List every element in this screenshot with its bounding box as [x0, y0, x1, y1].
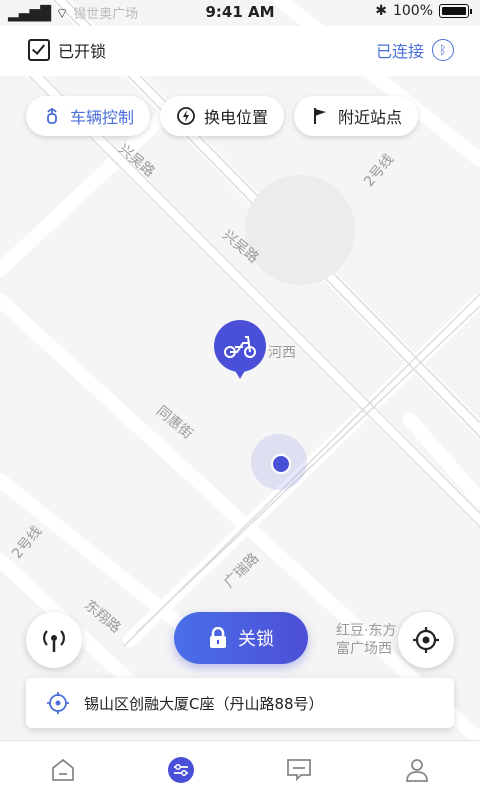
- location-target-icon: [47, 692, 69, 714]
- lock-status: 已开锁: [28, 38, 106, 62]
- bluetooth-icon: ᛒ: [432, 39, 454, 61]
- lock-button[interactable]: 关锁: [174, 612, 308, 664]
- tab-bar: [0, 740, 480, 801]
- chip-label: 换电位置: [204, 108, 269, 127]
- crosshair-icon: [413, 627, 439, 653]
- connection-label: 已连接: [375, 42, 424, 61]
- address-card[interactable]: 锡山区创融大厦C座（丹山路88号）: [26, 678, 454, 728]
- chip-label: 车辆控制: [70, 108, 135, 127]
- tab-control[interactable]: [166, 755, 196, 785]
- lock-status-label: 已开锁: [58, 42, 107, 61]
- user-icon: [406, 759, 428, 782]
- lock-button-label: 关锁: [238, 629, 274, 650]
- tab-home[interactable]: [48, 755, 78, 785]
- address-text: 锡山区创融大厦C座（丹山路88号）: [84, 694, 324, 713]
- scooter-icon: [224, 336, 256, 358]
- battery-percent: 100%: [392, 3, 433, 19]
- locate-button[interactable]: [398, 612, 454, 668]
- chip-nearby-stations[interactable]: 附近站点: [294, 96, 419, 136]
- header-bar: 已开锁 已连接 ᛒ: [0, 26, 480, 76]
- user-location-dot: [251, 434, 307, 490]
- chip-vehicle-control[interactable]: 车辆控制: [26, 96, 151, 136]
- scooter-control-icon: [42, 106, 62, 126]
- message-icon: [287, 759, 311, 782]
- tab-messages[interactable]: [284, 755, 314, 785]
- tab-profile[interactable]: [402, 755, 432, 785]
- flag-icon: [310, 106, 330, 126]
- connection-status[interactable]: 已连接 ᛒ: [376, 38, 454, 62]
- status-bar: ▂▄▆█ ⌔ 锡世奥广场 9:41 AM ✱ 100%: [0, 0, 480, 26]
- lock-icon: [210, 627, 226, 648]
- road-label: 河西: [268, 345, 296, 361]
- vehicle-marker[interactable]: [214, 320, 266, 379]
- bluetooth-status-icon: ✱: [375, 3, 387, 19]
- checkbox-icon: [28, 39, 50, 61]
- home-icon: [52, 758, 74, 781]
- chip-battery-swap[interactable]: 换电位置: [160, 96, 285, 136]
- quick-actions: 车辆控制 换电位置 附近站点: [26, 96, 419, 136]
- chip-label: 附近站点: [338, 108, 403, 127]
- poi-label: 富广场西: [336, 641, 392, 657]
- battery-swap-icon: [176, 106, 196, 126]
- sliders-icon: [168, 757, 194, 783]
- signal-tower-icon: [43, 630, 65, 652]
- poi-label: 红豆·东方: [336, 623, 397, 639]
- signal-button[interactable]: [26, 612, 82, 668]
- battery-icon: [439, 4, 469, 18]
